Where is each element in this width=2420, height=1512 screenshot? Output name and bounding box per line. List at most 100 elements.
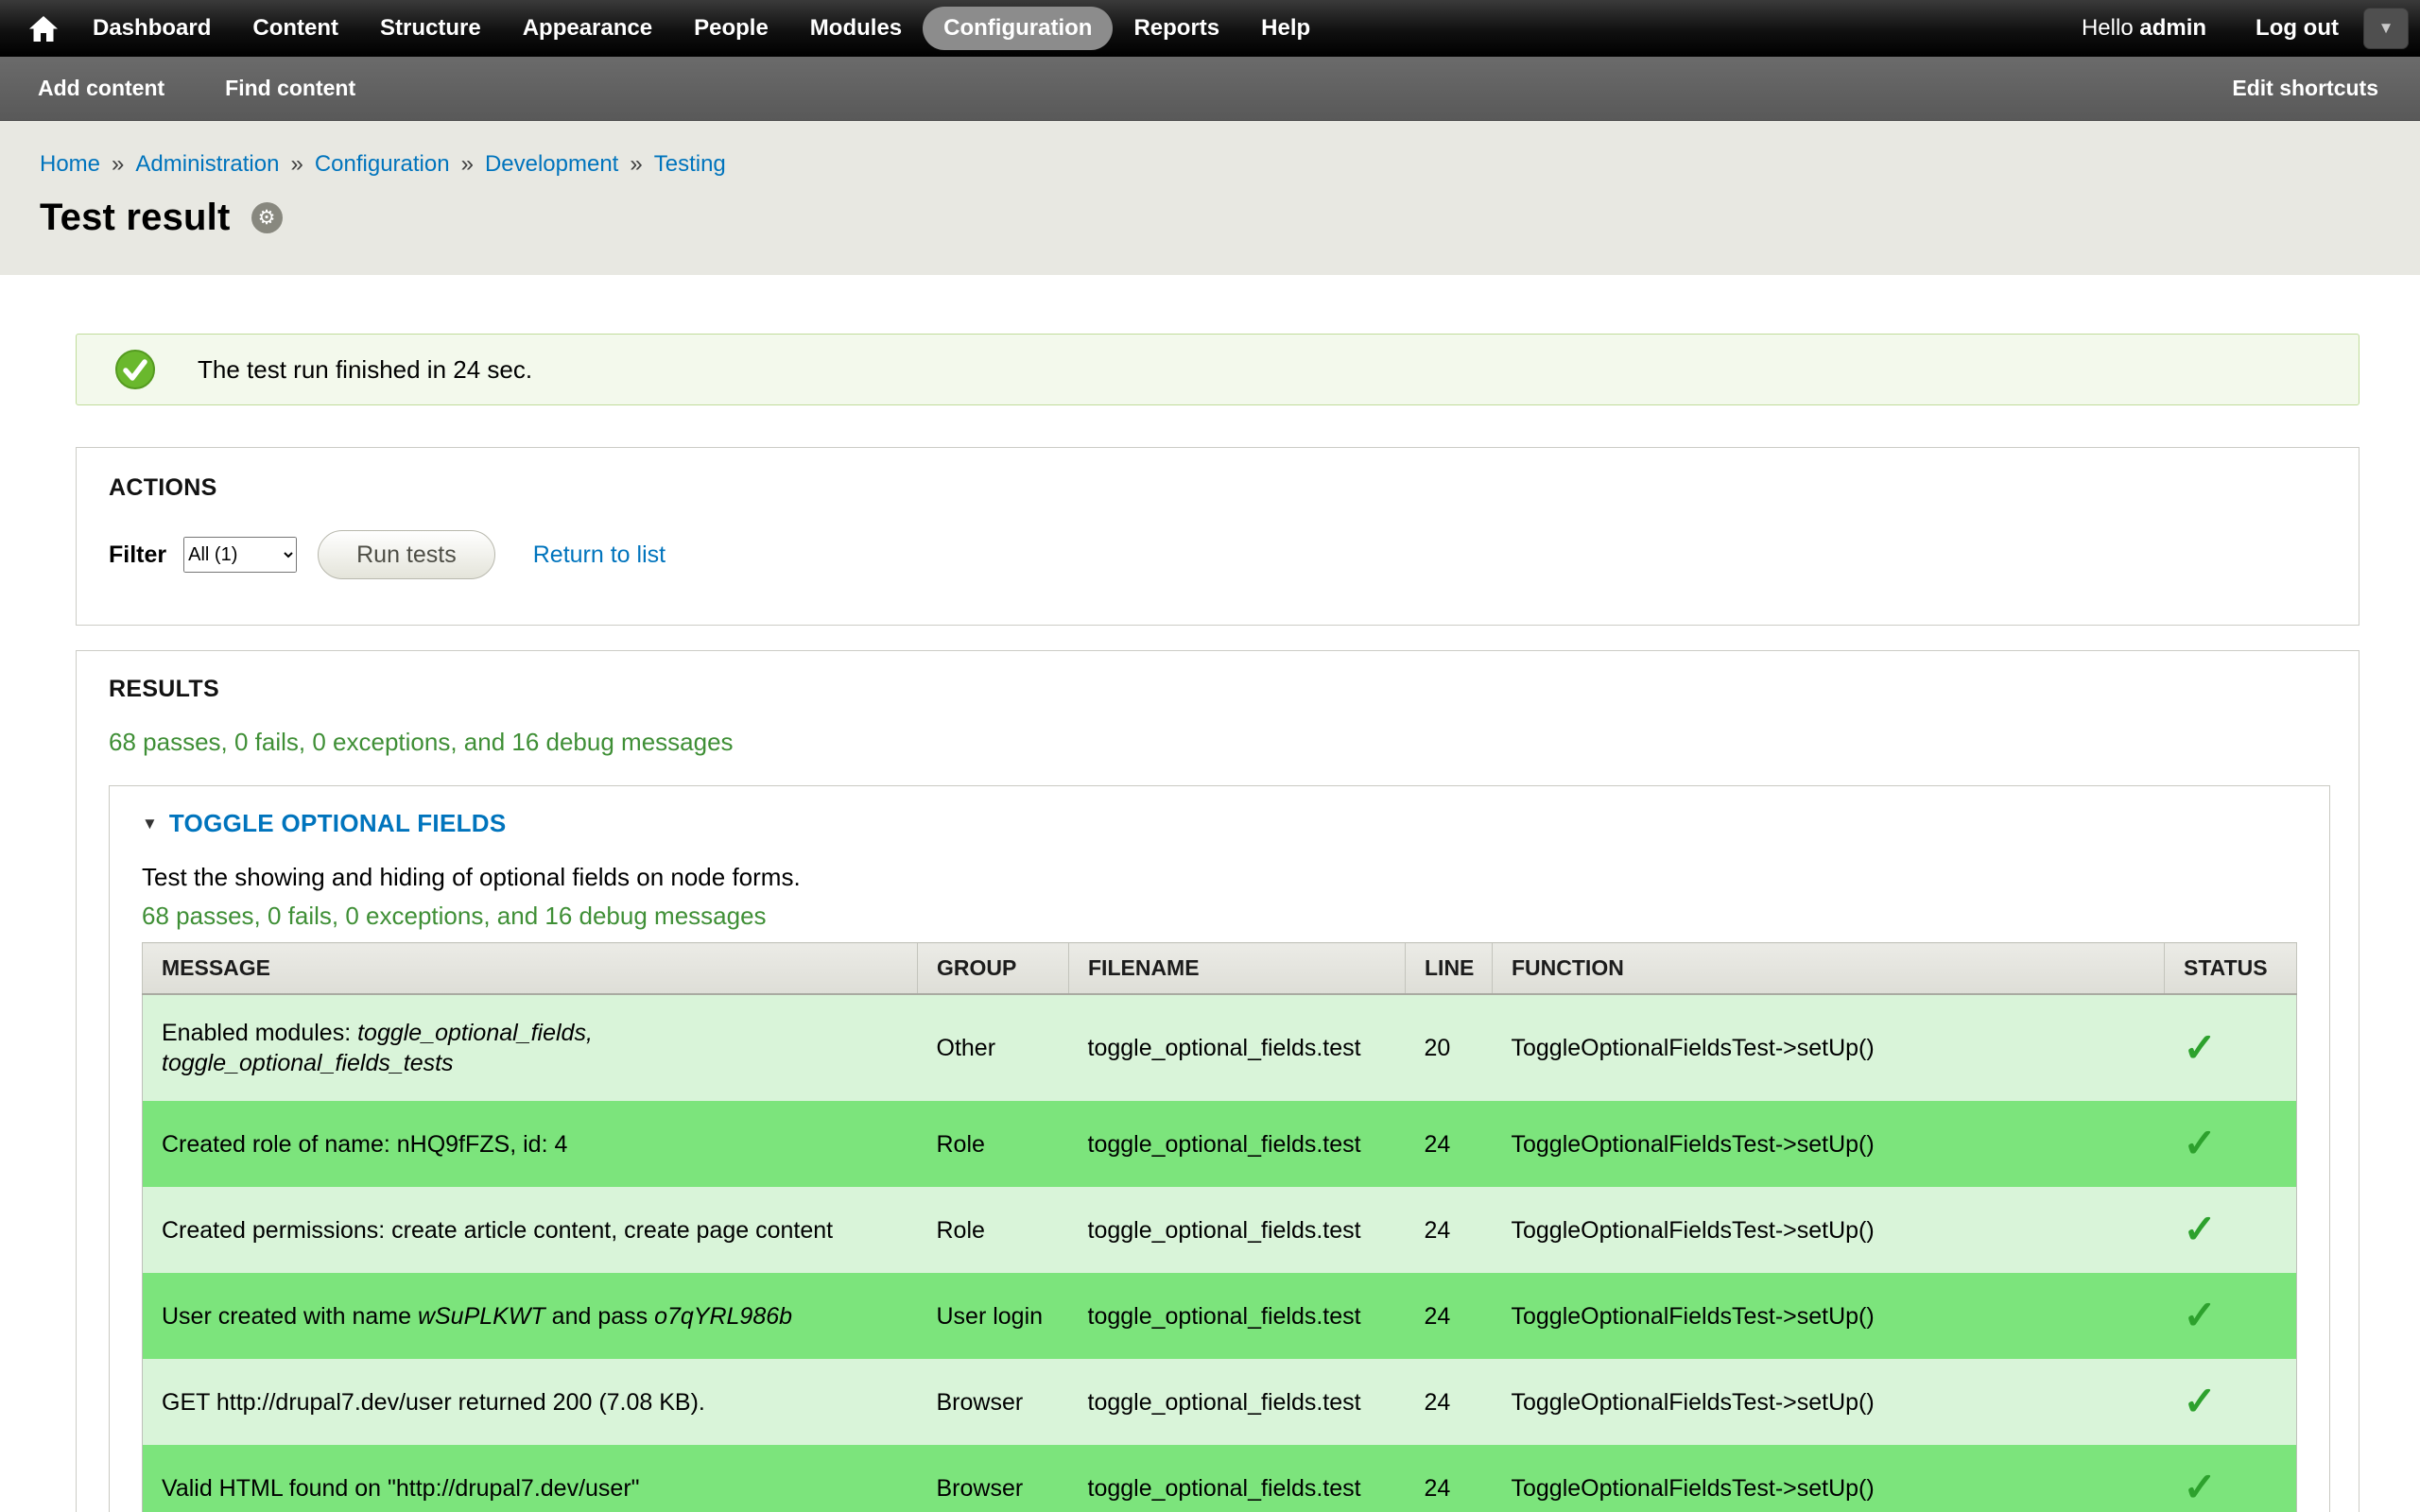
- group-cell: Browser: [918, 1359, 1069, 1445]
- breadcrumb: Home » Administration » Configuration » Develo…: [40, 151, 2420, 178]
- shortcut-add-content[interactable]: Add content: [38, 76, 164, 101]
- line-cell: 24: [1406, 1445, 1493, 1512]
- status-cell: ✓: [2165, 1101, 2297, 1187]
- filename-cell: toggle_optional_fields.test: [1069, 1101, 1406, 1187]
- logout-link[interactable]: Log out: [2256, 15, 2339, 42]
- toolbar-toggle-button[interactable]: ▼: [2363, 8, 2409, 49]
- toolbar-menu: DashboardContentStructureAppearancePeopl…: [72, 7, 1331, 50]
- breadcrumb-separator: »: [461, 151, 474, 177]
- column-header-group: GROUP: [918, 943, 1069, 995]
- column-header-line: LINE: [1406, 943, 1493, 995]
- message-emphasis: toggle_optional_fields_tests: [162, 1050, 454, 1076]
- column-header-filename: FILENAME: [1069, 943, 1406, 995]
- toolbar-item-content[interactable]: Content: [232, 7, 359, 50]
- group-cell: Role: [918, 1187, 1069, 1273]
- function-cell: ToggleOptionalFieldsTest->setUp(): [1493, 1273, 2165, 1359]
- column-header-status: STATUS: [2165, 943, 2297, 995]
- filename-cell: toggle_optional_fields.test: [1069, 1359, 1406, 1445]
- gear-icon[interactable]: ⚙: [251, 202, 283, 233]
- message-text: GET http://drupal7.dev/user returned 200…: [162, 1389, 705, 1416]
- function-cell: ToggleOptionalFieldsTest->setUp(): [1493, 1187, 2165, 1273]
- edit-shortcuts-link[interactable]: Edit shortcuts: [2232, 76, 2378, 101]
- shortcut-find-content[interactable]: Find content: [225, 76, 355, 101]
- toolbar-item-help[interactable]: Help: [1240, 7, 1331, 50]
- admin-toolbar: DashboardContentStructureAppearancePeopl…: [0, 0, 2420, 57]
- pass-check-icon: ✓: [2184, 1293, 2217, 1337]
- return-to-list-link[interactable]: Return to list: [533, 541, 666, 569]
- breadcrumb-separator: »: [630, 151, 642, 177]
- message-text: Created role of name: nHQ9fFZS, id: 4: [162, 1131, 567, 1158]
- run-tests-button[interactable]: Run tests: [318, 530, 495, 579]
- message-emphasis: o7qYRL986b: [654, 1303, 792, 1330]
- pass-check-icon: ✓: [2184, 1121, 2217, 1165]
- toolbar-item-people[interactable]: People: [673, 7, 789, 50]
- result-row: Enabled modules: toggle_optional_fields,…: [143, 994, 2297, 1101]
- breadcrumb-link-development[interactable]: Development: [485, 151, 618, 177]
- group-cell: Browser: [918, 1445, 1069, 1512]
- pass-check-icon: ✓: [2184, 1465, 2217, 1509]
- status-cell: ✓: [2165, 1187, 2297, 1273]
- actions-controls: Filter All (1) Run tests Return to list: [109, 530, 2330, 579]
- result-row: Created permissions: create article cont…: [143, 1187, 2297, 1273]
- function-cell: ToggleOptionalFieldsTest->setUp(): [1493, 1101, 2165, 1187]
- breadcrumb-link-testing[interactable]: Testing: [654, 151, 726, 177]
- status-cell: ✓: [2165, 1273, 2297, 1359]
- toolbar-item-appearance[interactable]: Appearance: [502, 7, 673, 50]
- filter-label: Filter: [109, 541, 166, 569]
- message-text: and pass: [545, 1303, 654, 1330]
- breadcrumb-link-home[interactable]: Home: [40, 151, 100, 177]
- column-header-function: FUNCTION: [1493, 943, 2165, 995]
- message-cell: GET http://drupal7.dev/user returned 200…: [143, 1359, 918, 1445]
- results-summary: 68 passes, 0 fails, 0 exceptions, and 16…: [109, 728, 2330, 757]
- group-summary: 68 passes, 0 fails, 0 exceptions, and 16…: [142, 902, 2297, 931]
- collapse-arrow-icon: ▼: [142, 815, 158, 833]
- results-legend: RESULTS: [109, 676, 2330, 703]
- toolbar-item-configuration[interactable]: Configuration: [923, 7, 1113, 50]
- column-header-message: MESSAGE: [143, 943, 918, 995]
- group-cell: User login: [918, 1273, 1069, 1359]
- toolbar-item-reports[interactable]: Reports: [1113, 7, 1240, 50]
- shortcut-items: Add content Find content: [38, 76, 416, 101]
- toolbar-item-structure[interactable]: Structure: [359, 7, 502, 50]
- breadcrumb-separator: »: [112, 151, 124, 177]
- greeting: Hello admin: [2082, 15, 2206, 42]
- message-text: Valid HTML found on "http://drupal7.dev/…: [162, 1475, 640, 1502]
- message-cell: Enabled modules: toggle_optional_fields,…: [143, 994, 918, 1101]
- function-cell: ToggleOptionalFieldsTest->setUp(): [1493, 994, 2165, 1101]
- greeting-prefix: Hello: [2082, 15, 2134, 41]
- function-cell: ToggleOptionalFieldsTest->setUp(): [1493, 1445, 2165, 1512]
- table-header-row: MESSAGEGROUPFILENAMELINEFUNCTIONSTATUS: [143, 943, 2297, 995]
- breadcrumb-link-administration[interactable]: Administration: [135, 151, 279, 177]
- result-row: GET http://drupal7.dev/user returned 200…: [143, 1359, 2297, 1445]
- filter-select[interactable]: All (1): [183, 537, 297, 573]
- line-cell: 24: [1406, 1101, 1493, 1187]
- function-cell: ToggleOptionalFieldsTest->setUp(): [1493, 1359, 2165, 1445]
- breadcrumb-link-configuration[interactable]: Configuration: [315, 151, 450, 177]
- pass-check-icon: ✓: [2184, 1207, 2217, 1251]
- result-row: User created with name wSuPLKWT and pass…: [143, 1273, 2297, 1359]
- message-emphasis: wSuPLKWT: [418, 1303, 545, 1330]
- line-cell: 24: [1406, 1359, 1493, 1445]
- home-icon[interactable]: [21, 0, 66, 57]
- filename-cell: toggle_optional_fields.test: [1069, 1445, 1406, 1512]
- group-cell: Role: [918, 1101, 1069, 1187]
- message-cell: Created role of name: nHQ9fFZS, id: 4: [143, 1101, 918, 1187]
- message-text: User created with name: [162, 1303, 418, 1330]
- results-table: MESSAGEGROUPFILENAMELINEFUNCTIONSTATUS E…: [142, 942, 2297, 1512]
- shortcut-bar: Add content Find content Edit shortcuts: [0, 57, 2420, 121]
- message-cell: Valid HTML found on "http://drupal7.dev/…: [143, 1445, 918, 1512]
- toolbar-account-area: Hello admin Log out: [2082, 0, 2339, 57]
- gear-glyph: ⚙: [258, 206, 276, 230]
- toolbar-item-dashboard[interactable]: Dashboard: [72, 7, 232, 50]
- home-icon-svg: [29, 16, 58, 42]
- toolbar-item-modules[interactable]: Modules: [789, 7, 923, 50]
- message-text: Enabled modules:: [162, 1020, 357, 1046]
- caret-down-icon: ▼: [2378, 19, 2394, 38]
- group-title-link[interactable]: TOGGLE OPTIONAL FIELDS: [169, 809, 507, 838]
- group-description: Test the showing and hiding of optional …: [142, 863, 2297, 892]
- line-cell: 20: [1406, 994, 1493, 1101]
- breadcrumb-separator: »: [290, 151, 302, 177]
- status-message-text: The test run finished in 24 sec.: [198, 355, 532, 385]
- filename-cell: toggle_optional_fields.test: [1069, 1273, 1406, 1359]
- message-cell: Created permissions: create article cont…: [143, 1187, 918, 1273]
